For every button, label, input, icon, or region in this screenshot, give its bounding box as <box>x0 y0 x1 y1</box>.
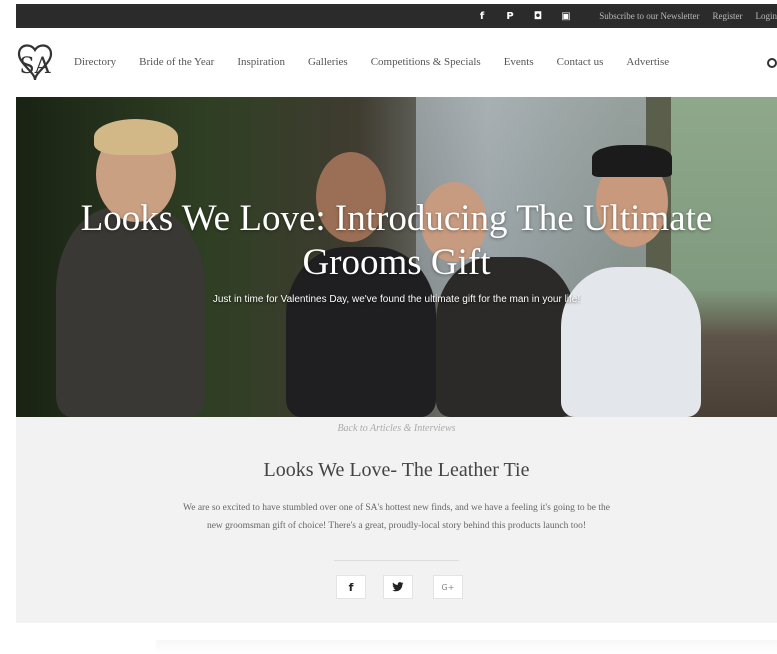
share-twitter-button[interactable] <box>383 575 413 599</box>
facebook-icon: f <box>348 580 354 594</box>
pinterest-icon[interactable]: P <box>504 10 516 22</box>
hero-banner: Looks We Love: Introducing The Ultimate … <box>16 97 777 417</box>
search-icon[interactable] <box>767 58 777 68</box>
nav-contact-us[interactable]: Contact us <box>557 56 604 68</box>
twitter-icon <box>392 582 404 592</box>
figure-right <box>561 267 701 417</box>
nav-competitions-specials[interactable]: Competitions & Specials <box>371 56 481 68</box>
footer-strip <box>156 640 777 654</box>
hero-title-line2: Grooms Gift <box>302 242 491 283</box>
site-header: SA Directory Bride of the Year Inspirati… <box>16 28 777 96</box>
article-content: Back to Articles & Interviews Looks We L… <box>16 417 777 623</box>
nav-galleries[interactable]: Galleries <box>308 56 348 68</box>
nav-directory[interactable]: Directory <box>74 56 116 68</box>
page: f P ◘ ▣ Subscribe to our Newsletter Regi… <box>16 0 777 654</box>
account-links: Subscribe to our Newsletter Register Log… <box>599 4 777 28</box>
nav-advertise[interactable]: Advertise <box>626 56 669 68</box>
register-link[interactable]: Register <box>713 11 743 21</box>
site-logo[interactable]: SA <box>16 42 54 82</box>
figure-left-hair <box>94 119 178 155</box>
article-title: Looks We Love- The Leather Tie <box>263 459 530 481</box>
newsletter-link[interactable]: Subscribe to our Newsletter <box>599 11 699 21</box>
hero-subtitle: Just in time for Valentines Day, we've f… <box>212 294 581 305</box>
facebook-icon[interactable]: f <box>476 10 488 22</box>
nav-events[interactable]: Events <box>504 56 534 68</box>
hero-title-line1: Looks We Love: Introducing The Ultimate <box>80 198 713 239</box>
top-bar: f P ◘ ▣ Subscribe to our Newsletter Regi… <box>16 4 777 28</box>
share-facebook-button[interactable]: f <box>336 575 366 599</box>
figure-right-hat <box>592 145 672 177</box>
nav-inspiration[interactable]: Inspiration <box>237 56 285 68</box>
hero-title: Looks We Love: Introducing The Ultimate … <box>16 197 777 285</box>
main-nav: Directory Bride of the Year Inspiration … <box>74 56 692 68</box>
article-intro-line2: new groomsman gift of choice! There's a … <box>206 521 587 531</box>
divider <box>334 560 459 561</box>
article-intro-line1: We are so excited to have stumbled over … <box>183 503 610 513</box>
logo-text: SA <box>20 54 52 79</box>
login-link[interactable]: Login <box>756 11 777 21</box>
youtube-icon[interactable]: ▣ <box>560 10 572 22</box>
gplus-icon: G+ <box>441 582 455 592</box>
social-links: f P ◘ ▣ <box>476 4 588 28</box>
article-intro: We are so excited to have stumbled over … <box>156 499 637 535</box>
instagram-icon[interactable]: ◘ <box>532 10 544 22</box>
share-gplus-button[interactable]: G+ <box>433 575 463 599</box>
back-to-articles-link[interactable]: Back to Articles & Interviews <box>16 423 777 434</box>
nav-bride-of-the-year[interactable]: Bride of the Year <box>139 56 214 68</box>
